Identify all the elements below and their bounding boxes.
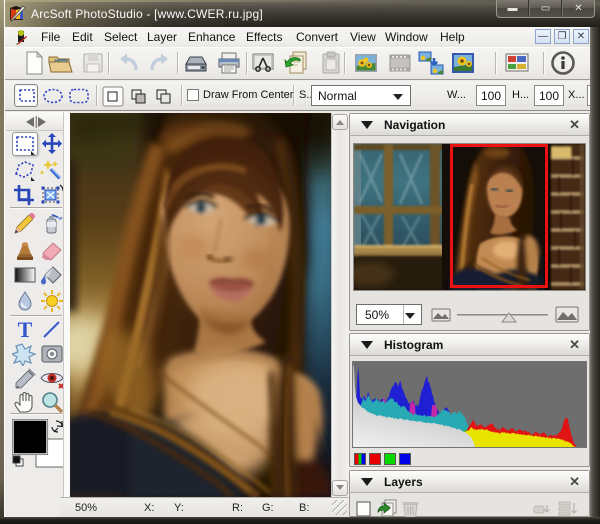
- svg-text:T: T: [18, 318, 33, 342]
